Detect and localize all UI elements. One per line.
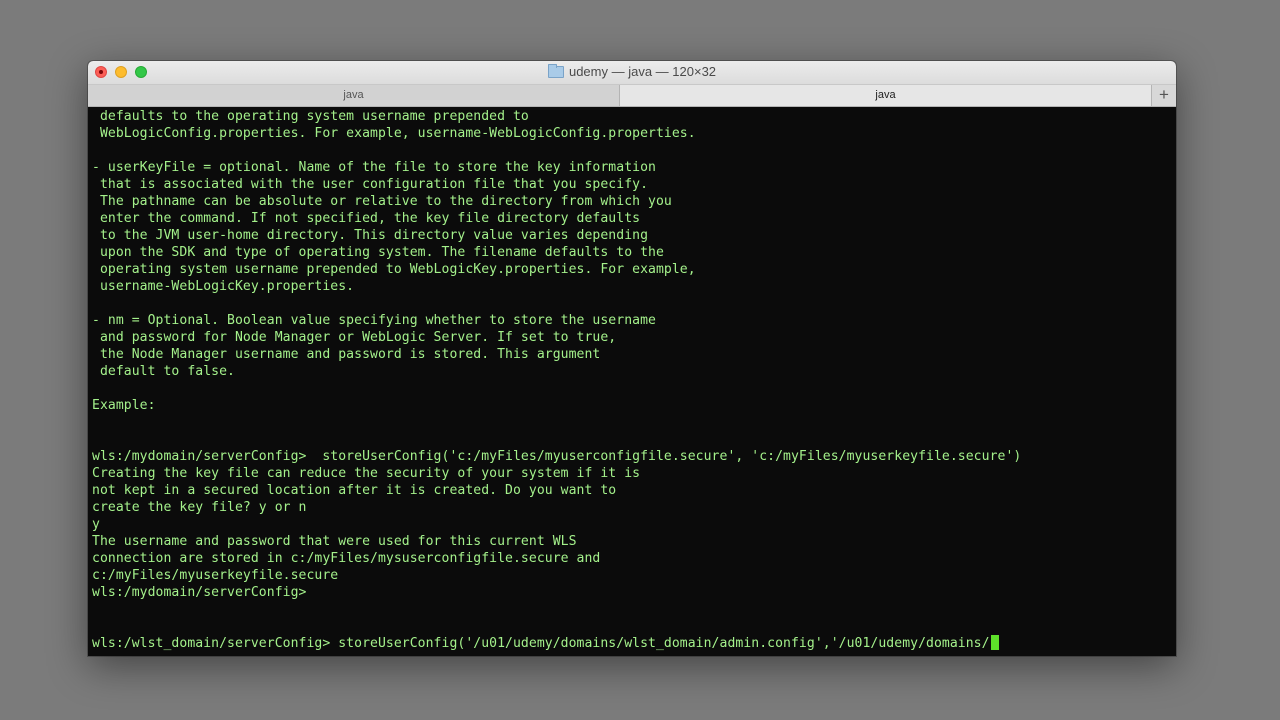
terminal-line: create the key file? y or n	[92, 500, 307, 515]
terminal-line: and password for Node Manager or WebLogi…	[92, 330, 617, 345]
folder-icon	[547, 63, 564, 78]
terminal-line: The username and password that were used…	[92, 534, 577, 549]
terminal-line: to the JVM user-home directory. This dir…	[92, 228, 649, 243]
current-command: wls:/wlst_domain/serverConfig> storeUser…	[92, 636, 990, 651]
terminal-line: - nm = Optional. Boolean value specifyin…	[92, 313, 656, 328]
terminal-line: default to false.	[92, 364, 235, 379]
terminal-line: the Node Manager username and password i…	[92, 347, 601, 362]
terminal-line: username-WebLogicKey.properties.	[92, 279, 355, 294]
tab-bar: java java +	[88, 85, 1176, 107]
terminal-line: defaults to the operating system usernam…	[92, 109, 529, 124]
tab-java-2[interactable]: java	[620, 85, 1152, 106]
terminal-line: y	[92, 517, 100, 532]
terminal-line: Example:	[92, 398, 156, 413]
terminal-line: enter the command. If not specified, the…	[92, 211, 641, 226]
terminal-line: - userKeyFile = optional. Name of the fi…	[92, 160, 656, 175]
title-bar[interactable]: udemy — java — 120×32	[88, 61, 1176, 85]
terminal-line: that is associated with the user configu…	[92, 177, 649, 192]
terminal-line: operating system username prepended to W…	[92, 262, 696, 277]
command-prompt-line[interactable]: wls:/wlst_domain/serverConfig> storeUser…	[92, 635, 1176, 652]
terminal-line: c:/myFiles/myuserkeyfile.secure	[92, 568, 339, 583]
terminal-line: upon the SDK and type of operating syste…	[92, 245, 664, 260]
tab-java-1[interactable]: java	[88, 85, 620, 106]
plus-icon[interactable]: +	[1152, 85, 1176, 106]
window-title-container: udemy — java — 120×32	[88, 63, 1176, 79]
terminal-line: Creating the key file can reduce the sec…	[92, 466, 641, 481]
text-cursor	[990, 635, 999, 650]
terminal-line: WebLogicConfig.properties. For example, …	[92, 126, 696, 141]
terminal-line: wls:/mydomain/serverConfig> storeUserCon…	[92, 449, 1022, 464]
terminal-window: udemy — java — 120×32 java java + defaul…	[88, 61, 1176, 656]
terminal-line: The pathname can be absolute or relative…	[92, 194, 672, 209]
window-title: udemy — java — 120×32	[568, 64, 717, 79]
terminal-line: connection are stored in c:/myFiles/mysu…	[92, 551, 601, 566]
terminal-output[interactable]: defaults to the operating system usernam…	[88, 106, 1176, 656]
terminal-line: wls:/mydomain/serverConfig>	[92, 585, 307, 600]
terminal-line: not kept in a secured location after it …	[92, 483, 617, 498]
